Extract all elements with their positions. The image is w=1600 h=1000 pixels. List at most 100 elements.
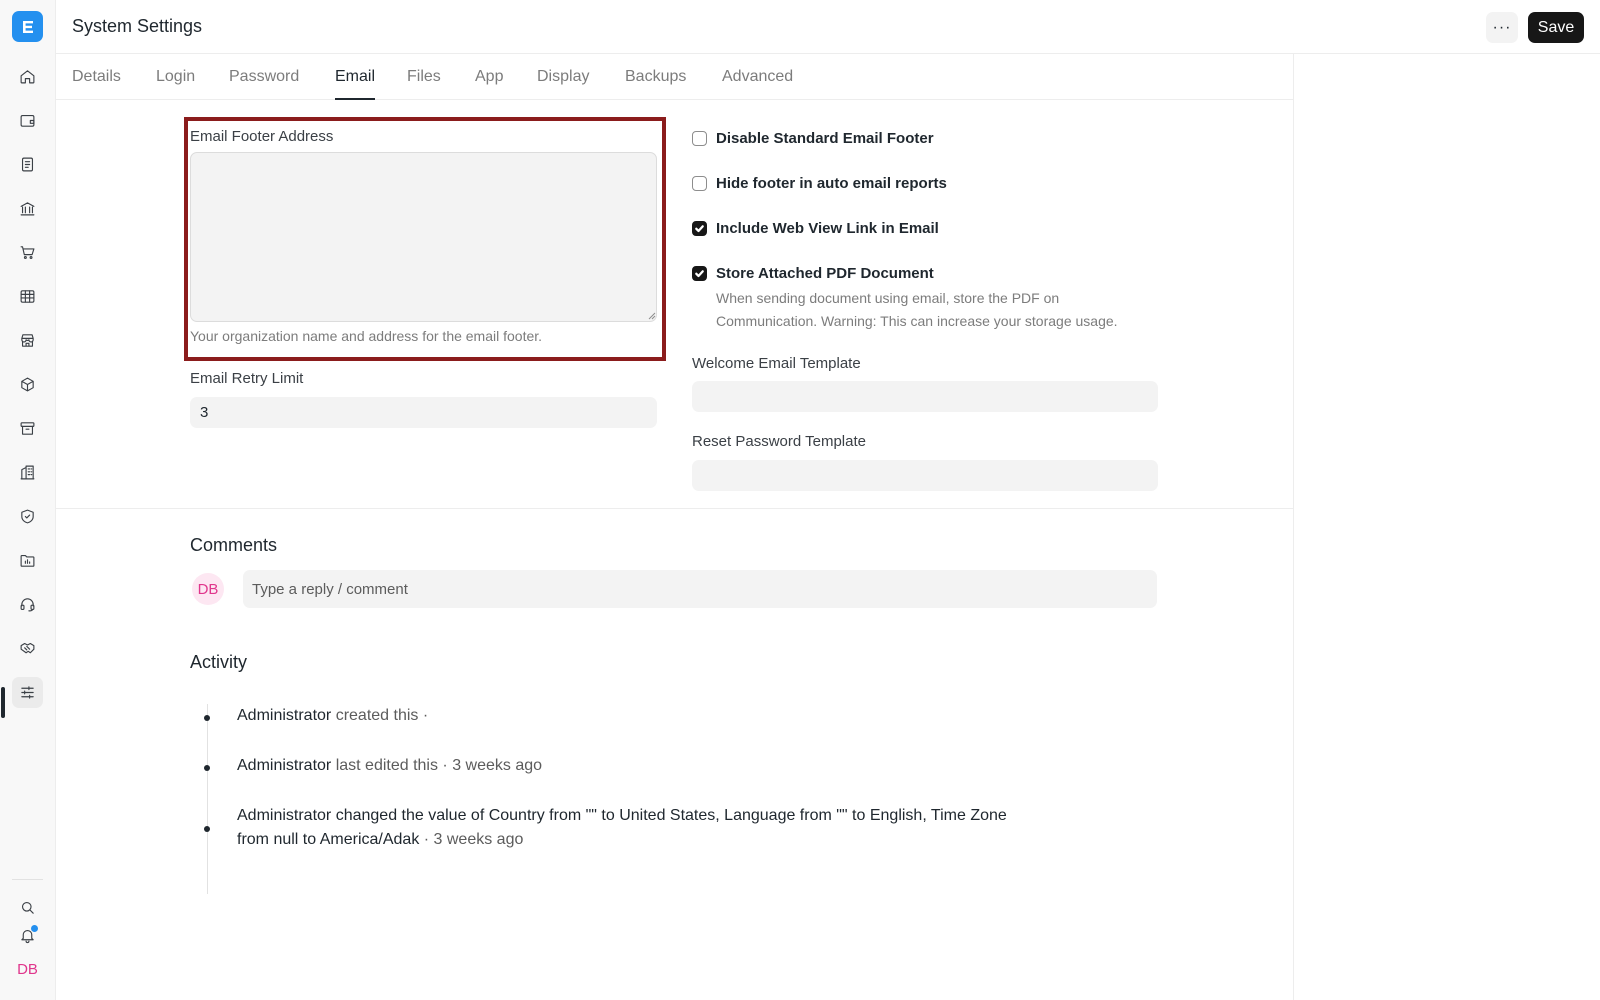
tab-email[interactable]: Email: [335, 68, 376, 100]
reset-template-label: Reset Password Template: [692, 433, 866, 450]
search-icon: [21, 901, 34, 914]
tab-files[interactable]: Files: [407, 68, 441, 98]
page-header: System Settings ··· Save: [56, 0, 1600, 54]
activity-title: Activity: [190, 652, 248, 672]
wallet-icon: [20, 114, 35, 127]
activity-change-text: , Language from "" to: [715, 807, 870, 824]
tab-app[interactable]: App: [475, 68, 503, 98]
tab-display[interactable]: Display: [537, 68, 589, 98]
comments-title: Comments: [190, 535, 278, 555]
retry-limit-label: Email Retry Limit: [190, 370, 304, 387]
store-pdf-help-line1: When sending document using email, store…: [716, 290, 1060, 306]
cart-icon: [20, 246, 35, 259]
activity-entry: Administrator created this ·: [237, 704, 1017, 728]
sidebar-notifications-button[interactable]: [12, 920, 43, 951]
sidebar-item-settings[interactable]: [12, 677, 43, 708]
page-title: System Settings: [72, 16, 203, 36]
activity-entry: Administrator last edited this · 3 weeks…: [237, 754, 1017, 778]
user-avatar[interactable]: DB: [12, 957, 43, 981]
activity-time: · 3 weeks ago: [419, 831, 524, 848]
sidebar-item-accounts[interactable]: [12, 105, 43, 136]
timeline-dot: [204, 765, 210, 771]
home-icon: [20, 70, 35, 84]
form-content: Details Login Password Email Files App D…: [56, 54, 1294, 1000]
archive-icon: [20, 422, 35, 435]
section-divider: [56, 508, 1294, 509]
bank-icon: [20, 202, 35, 216]
tab-advanced[interactable]: Advanced: [722, 68, 793, 98]
sidebar-item-documents[interactable]: [12, 149, 43, 180]
logo-e-icon: [22, 20, 33, 33]
folder-chart-icon: [20, 554, 35, 567]
activity-value: English: [869, 807, 923, 824]
activity-value: null: [273, 831, 299, 848]
store-icon: [21, 334, 34, 347]
sidebar-item-quality[interactable]: [12, 501, 43, 532]
notification-dot: [31, 925, 38, 932]
welcome-template-input[interactable]: [692, 381, 1158, 412]
web-view-link-checkbox-row[interactable]: Include Web View Link in Email: [692, 220, 939, 237]
sidebar-item-banking[interactable]: [12, 193, 43, 224]
box-icon: [21, 377, 34, 392]
checkmark-icon: [695, 225, 704, 233]
store-pdf-checkbox-row[interactable]: Store Attached PDF Document: [692, 265, 934, 282]
sidebar-item-stock[interactable]: [12, 369, 43, 400]
activity-change-text: Administrator changed the value of Count…: [237, 807, 620, 824]
table-icon: [20, 290, 35, 303]
checkmark-icon: [695, 270, 704, 278]
disable-footer-checkbox-row[interactable]: Disable Standard Email Footer: [692, 130, 934, 147]
sidebar-divider: [12, 879, 43, 880]
disable-footer-checkbox[interactable]: [692, 131, 707, 146]
web-view-link-label: Include Web View Link in Email: [716, 220, 939, 237]
sidebar-active-indicator: [1, 687, 5, 718]
sidebar: DB: [0, 0, 56, 1000]
sidebar-item-tables[interactable]: [12, 281, 43, 312]
store-pdf-checkbox[interactable]: [692, 266, 707, 281]
hide-footer-label: Hide footer in auto email reports: [716, 175, 947, 192]
more-options-button[interactable]: ···: [1486, 12, 1518, 43]
sidebar-item-buying[interactable]: [12, 237, 43, 268]
tab-details[interactable]: Details: [72, 68, 121, 98]
store-pdf-label: Store Attached PDF Document: [716, 265, 934, 282]
document-icon: [21, 157, 34, 172]
activity-entry: Administrator changed the value of Count…: [237, 804, 1017, 852]
sidebar-item-crm[interactable]: [12, 633, 43, 664]
sidebar-item-projects[interactable]: [12, 545, 43, 576]
retry-limit-input[interactable]: 3: [190, 397, 657, 428]
activity-text: created this ·: [331, 707, 429, 724]
app-logo[interactable]: [12, 11, 43, 42]
tab-password[interactable]: Password: [229, 68, 299, 98]
tab-backups[interactable]: Backups: [625, 68, 686, 98]
hide-footer-checkbox[interactable]: [692, 176, 707, 191]
sidebar-item-selling[interactable]: [12, 325, 43, 356]
activity-text: last edited this · 3 weeks ago: [331, 757, 543, 774]
handshake-icon: [20, 642, 35, 654]
sidebar-item-organization[interactable]: [12, 457, 43, 488]
comment-input[interactable]: Type a reply / comment: [243, 570, 1157, 608]
activity-value: America/Adak: [319, 831, 420, 848]
sidebar-item-assets[interactable]: [12, 413, 43, 444]
activity-change-text: to: [298, 831, 320, 848]
activity-actor[interactable]: Administrator: [237, 757, 331, 774]
sidebar-item-home[interactable]: [12, 61, 43, 92]
hide-footer-checkbox-row[interactable]: Hide footer in auto email reports: [692, 175, 947, 192]
ellipsis-icon: ···: [1492, 18, 1512, 36]
sidebar-search-button[interactable]: [12, 892, 43, 923]
timeline-dot: [204, 826, 210, 832]
shield-icon: [21, 509, 34, 524]
headset-icon: [20, 598, 35, 612]
timeline-dot: [204, 715, 210, 721]
activity-actor[interactable]: Administrator: [237, 707, 331, 724]
welcome-template-label: Welcome Email Template: [692, 355, 861, 372]
tab-login[interactable]: Login: [156, 68, 195, 98]
disable-footer-label: Disable Standard Email Footer: [716, 130, 934, 147]
web-view-link-checkbox[interactable]: [692, 221, 707, 236]
save-button[interactable]: Save: [1528, 12, 1584, 43]
activity-value: United States: [619, 807, 716, 824]
settings-sliders-icon: [21, 686, 34, 699]
reset-template-input[interactable]: [692, 460, 1158, 491]
comment-avatar: DB: [192, 573, 224, 605]
sidebar-item-support[interactable]: [12, 589, 43, 620]
store-pdf-help-line2: Communication. Warning: This can increas…: [716, 313, 1118, 329]
building-icon: [20, 465, 35, 480]
